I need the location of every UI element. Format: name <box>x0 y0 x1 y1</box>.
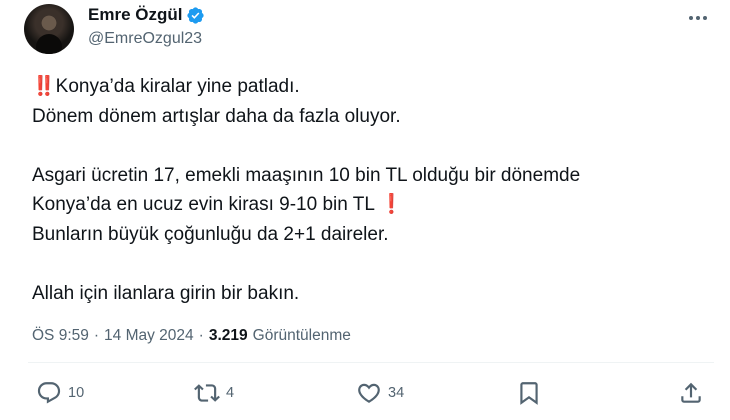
tweet-line-6: Allah için ilanlara girin bir bakın. <box>32 282 300 304</box>
heart-icon <box>356 380 382 406</box>
retweet-count: 4 <box>226 385 235 401</box>
tweet-line-1: ‼️Konya’da kiralar yine patladı. <box>32 72 712 102</box>
author-name[interactable]: Emre Özgül <box>88 5 182 25</box>
tweet-line-3: Asgari ücretin 17, emekli maaşının 10 bi… <box>32 164 581 186</box>
like-count: 34 <box>388 385 405 401</box>
views-label: Görüntülenme <box>252 327 351 344</box>
tweet-text: ‼️Konya’da kiralar yine patladı. Dönem d… <box>32 72 712 308</box>
tweet-line-1-text: Konya’da kiralar yine patladı. <box>55 76 300 97</box>
meta-separator: · <box>198 327 204 344</box>
verified-badge-icon[interactable] <box>186 6 205 25</box>
meta-separator: · <box>93 327 100 344</box>
divider <box>28 362 714 363</box>
bookmark-button[interactable] <box>516 380 542 406</box>
action-bar: 10 4 34 <box>0 380 730 414</box>
author-handle[interactable]: @EmreOzgul23 <box>88 30 202 48</box>
views-count: 3.219 <box>208 327 248 344</box>
tweet-meta: ÖS 9:59 · 14 May 2024 · 3.219 Görüntülen… <box>32 327 351 345</box>
retweet-icon <box>194 380 220 406</box>
reply-icon <box>36 380 62 406</box>
bookmark-icon <box>516 380 542 406</box>
reply-count: 10 <box>68 385 85 401</box>
tweet-line-2: Dönem dönem artışlar daha da fazla oluyo… <box>32 105 401 127</box>
share-button[interactable] <box>678 380 704 406</box>
tweet-time[interactable]: ÖS 9:59 <box>32 327 89 345</box>
share-icon <box>678 380 704 406</box>
more-horizontal-icon[interactable] <box>686 6 710 30</box>
tweet-line-4-text: Konya’da en ucuz evin kirası 9-10 bin TL <box>32 194 375 215</box>
avatar[interactable] <box>24 4 74 54</box>
double-exclamation-icon: ‼️ <box>32 76 56 97</box>
tweet-line-5: Bunların büyük çoğunluğu da 2+1 daireler… <box>32 223 389 245</box>
tweet-line-4: Konya’da en ucuz evin kirası 9-10 bin TL… <box>32 190 712 220</box>
tweet-date[interactable]: 14 May 2024 <box>104 327 194 345</box>
author-row: Emre Özgül <box>88 5 205 25</box>
like-button[interactable]: 34 <box>356 380 404 406</box>
reply-button[interactable]: 10 <box>36 380 84 406</box>
retweet-button[interactable]: 4 <box>194 380 234 406</box>
exclamation-icon: ❗ <box>379 194 404 215</box>
